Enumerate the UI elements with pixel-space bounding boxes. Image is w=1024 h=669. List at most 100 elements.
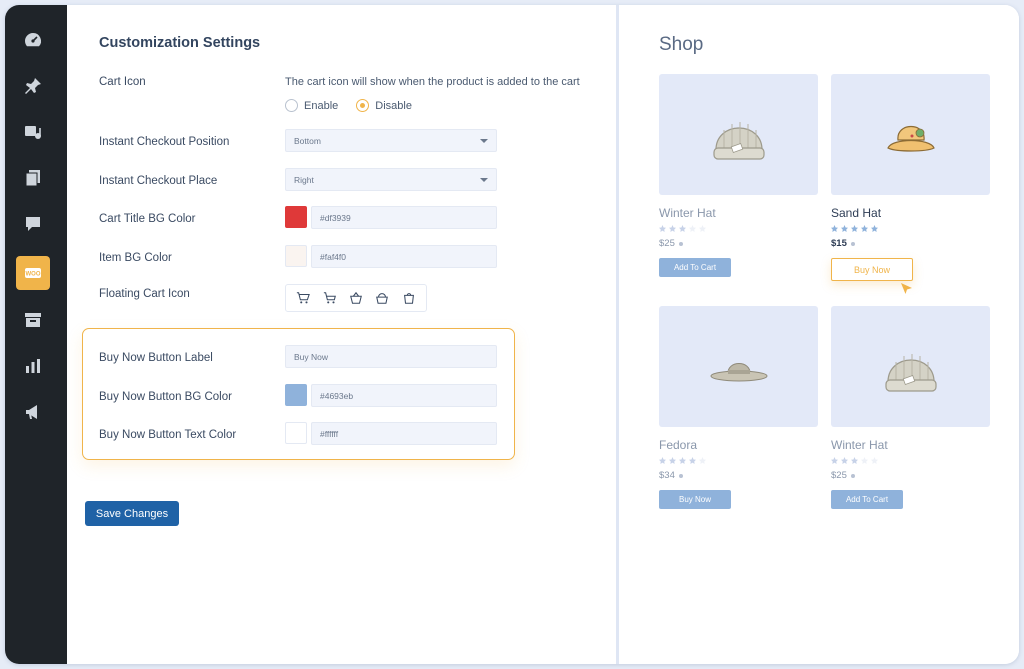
product-image[interactable] xyxy=(831,306,990,427)
product-price-row: $15 xyxy=(831,238,991,249)
checkout-position-value: Bottom xyxy=(294,136,321,146)
product-price-row: $25 xyxy=(659,238,819,249)
cart-icon[interactable] xyxy=(296,291,311,305)
star-icon xyxy=(659,457,666,464)
rating-stars xyxy=(831,457,991,464)
woo-icon[interactable]: WOO xyxy=(16,256,50,290)
admin-sidebar: WOO xyxy=(5,5,67,664)
pages-icon[interactable] xyxy=(16,161,50,195)
cart-icon-hint: The cart icon will show when the product… xyxy=(285,76,580,88)
disable-radio-button[interactable] xyxy=(356,99,370,112)
buy-now-button[interactable]: Buy Now xyxy=(831,258,913,281)
settings-panel: Customization Settings Cart Icon The car… xyxy=(67,5,617,664)
cart-icon-radio-group: Enable Disable xyxy=(285,99,412,112)
pin-icon[interactable] xyxy=(16,69,50,103)
dot-icon xyxy=(850,473,855,478)
save-changes-button[interactable]: Save Changes xyxy=(85,501,179,526)
cart-title-bg-swatch[interactable] xyxy=(285,206,307,228)
star-icon xyxy=(861,225,868,232)
svg-text:WOO: WOO xyxy=(26,272,41,278)
rating-stars xyxy=(659,225,819,232)
basket-icon[interactable] xyxy=(349,291,363,305)
buy-now-bg-label: Buy Now Button BG Color xyxy=(99,391,232,403)
fedora-icon xyxy=(710,362,767,381)
cart-title-bg-input[interactable]: #df3939 xyxy=(311,206,497,229)
product-image[interactable] xyxy=(659,74,818,195)
beanie-icon xyxy=(884,353,937,392)
item-bg-label: Item BG Color xyxy=(99,252,172,264)
media-icon[interactable] xyxy=(16,115,50,149)
star-icon xyxy=(699,225,706,232)
rating-stars xyxy=(659,457,819,464)
buy-now-text-color-label: Buy Now Button Text Color xyxy=(99,429,237,441)
star-icon xyxy=(679,225,686,232)
buy-now-text-color-swatch[interactable] xyxy=(285,422,307,444)
product-image[interactable] xyxy=(659,306,818,427)
product-price: $34 xyxy=(659,470,675,481)
star-icon xyxy=(851,225,858,232)
trolley-icon[interactable] xyxy=(323,291,337,305)
app-window: WOO Customization Settings Cart Icon The… xyxy=(5,5,1019,664)
rating-stars xyxy=(831,225,991,232)
buy-now-label-label: Buy Now Button Label xyxy=(99,352,213,364)
item-bg-input[interactable]: #faf4f0 xyxy=(311,245,497,268)
chevron-down-icon xyxy=(480,178,488,182)
buy-now-bg-swatch[interactable] xyxy=(285,384,307,406)
buy-now-bg-input[interactable]: #4693eb xyxy=(311,384,497,407)
product-name[interactable]: Fedora xyxy=(659,438,819,452)
star-icon xyxy=(851,457,858,464)
checkout-place-select[interactable]: Right xyxy=(285,168,497,191)
star-icon xyxy=(871,225,878,232)
star-icon xyxy=(861,457,868,464)
settings-title: Customization Settings xyxy=(99,35,261,51)
star-icon xyxy=(831,457,838,464)
dot-icon xyxy=(678,241,683,246)
checkout-position-select[interactable]: Bottom xyxy=(285,129,497,152)
disable-radio-label: Disable xyxy=(375,99,412,112)
star-icon xyxy=(689,225,696,232)
star-icon xyxy=(699,457,706,464)
product-price-row: $34 xyxy=(659,470,819,481)
star-icon xyxy=(679,457,686,464)
checkout-place-value: Right xyxy=(294,175,314,185)
add-to-cart-button[interactable]: Add To Cart xyxy=(831,490,903,509)
comments-icon[interactable] xyxy=(16,207,50,241)
beanie-icon xyxy=(712,121,765,160)
product-price: $25 xyxy=(659,238,675,249)
product-card: Fedora $34 Buy Now xyxy=(659,306,819,509)
star-icon xyxy=(841,225,848,232)
product-name[interactable]: Winter Hat xyxy=(831,438,991,452)
shopping-bag-icon[interactable] xyxy=(402,291,416,305)
item-bg-swatch[interactable] xyxy=(285,245,307,267)
archive-icon[interactable] xyxy=(16,303,50,337)
buy-now-text-color-input[interactable]: #ffffff xyxy=(311,422,497,445)
buy-now-label-input[interactable]: Buy Now xyxy=(285,345,497,368)
shopping-basket-icon[interactable] xyxy=(375,291,389,305)
bucket-hat-icon xyxy=(886,125,935,152)
disable-radio[interactable]: Disable xyxy=(356,99,412,112)
product-card: Winter Hat $25 Add To Cart xyxy=(659,74,819,277)
product-price: $25 xyxy=(831,470,847,481)
dot-icon xyxy=(850,241,855,246)
product-name[interactable]: Sand Hat xyxy=(831,206,991,220)
dot-icon xyxy=(678,473,683,478)
shop-title: Shop xyxy=(659,34,704,55)
cart-title-bg-label: Cart Title BG Color xyxy=(99,213,196,225)
star-icon xyxy=(689,457,696,464)
buy-now-button[interactable]: Buy Now xyxy=(659,490,731,509)
star-icon xyxy=(669,225,676,232)
marketing-icon[interactable] xyxy=(16,395,50,429)
floating-cart-icon-picker xyxy=(285,284,427,312)
star-icon xyxy=(659,225,666,232)
product-price: $15 xyxy=(831,238,847,249)
enable-radio[interactable]: Enable xyxy=(285,99,338,112)
product-name[interactable]: Winter Hat xyxy=(659,206,819,220)
product-card: Sand Hat $15 Buy Now xyxy=(831,74,991,281)
add-to-cart-button[interactable]: Add To Cart xyxy=(659,258,731,277)
product-image[interactable] xyxy=(831,74,990,195)
chevron-down-icon xyxy=(480,139,488,143)
enable-radio-button[interactable] xyxy=(285,99,298,112)
analytics-icon[interactable] xyxy=(16,349,50,383)
star-icon xyxy=(669,457,676,464)
dashboard-icon[interactable] xyxy=(16,23,50,57)
